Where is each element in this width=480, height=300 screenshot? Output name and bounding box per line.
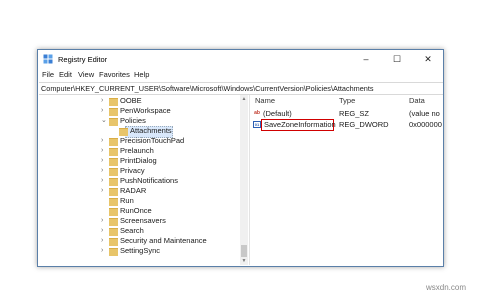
folder-icon [109,208,118,216]
tree-item-label: Policies [120,116,146,125]
value-row[interactable]: 01 SaveZoneInformation REG_DWORD 0x00000… [251,119,442,131]
dword-value-icon: 01 [253,121,261,128]
tree-item-label: Privacy [120,166,145,175]
menu-bar: File Edit View Favorites Help [38,69,443,82]
value-name: SaveZoneInformation [264,120,336,129]
watermark: wsxdn.com [426,283,467,292]
folder-icon [109,138,118,146]
maximize-button[interactable]: ☐ [382,50,412,69]
folder-icon [109,98,118,106]
chevron-right-icon[interactable]: › [101,176,103,186]
menu-file[interactable]: File [42,70,54,79]
column-header-data[interactable]: Data [409,95,425,106]
tree-item[interactable]: › Prelaunch [39,146,249,156]
folder-icon [109,248,118,256]
chevron-right-icon[interactable]: › [101,136,103,146]
value-name: (Default) [263,109,292,118]
folder-icon [109,188,118,196]
scroll-up-icon[interactable]: ▲ [240,95,248,103]
tree-item[interactable]: ⌄ Policies [39,116,249,126]
folder-icon [109,158,118,166]
close-button[interactable]: ✕ [413,50,443,69]
chevron-right-icon[interactable]: › [101,106,103,116]
string-value-icon: ab [254,110,260,116]
folder-icon [109,108,118,116]
tree-item[interactable]: › Security and Maintenance [39,236,249,246]
folder-icon [109,118,118,126]
tree-item-label: RADAR [120,186,147,195]
tree-item[interactable]: › PrecisionTouchPad [39,136,249,146]
tree-item-label: RunOnce [120,206,152,215]
tree-item[interactable]: › Screensavers [39,216,249,226]
tree-item[interactable]: › RADAR [39,186,249,196]
menu-favorites[interactable]: Favorites [99,70,130,79]
chevron-right-icon[interactable]: › [101,166,103,176]
value-row[interactable]: ab (Default) REG_SZ (value no [251,108,442,119]
chevron-down-icon[interactable]: ⌄ [101,116,107,126]
menu-help[interactable]: Help [134,70,149,79]
tree-item-label: Search [120,226,144,235]
value-type: REG_DWORD [339,120,389,129]
tree-item-label: Screensavers [120,216,166,225]
folder-icon [109,148,118,156]
tree-item-label: Attachments [130,126,172,135]
folder-icon [109,238,118,246]
tree-item-label: Prelaunch [120,146,154,155]
tree-item-label: SettingSync [120,246,161,255]
tree-item[interactable]: › PenWorkspace [39,106,249,116]
column-header-type[interactable]: Type [339,95,355,106]
tree-item[interactable]: › PushNotifications [39,176,249,186]
folder-icon [109,198,118,206]
chevron-right-icon[interactable]: › [101,226,103,236]
scroll-thumb[interactable] [241,245,247,257]
column-header-name[interactable]: Name [255,95,275,106]
tree-item[interactable]: Run [39,196,249,206]
chevron-right-icon[interactable]: › [101,236,103,246]
tree-item-label: Security and Maintenance [120,236,207,245]
chevron-right-icon[interactable]: › [101,216,103,226]
tree-scrollbar[interactable]: ▲ ▼ [240,95,248,265]
menu-edit[interactable]: Edit [59,70,72,79]
value-data: (value no [409,109,440,118]
tree-item-label: PrecisionTouchPad [120,136,185,145]
tree-item[interactable]: › Search [39,226,249,236]
tree-item[interactable]: RunOnce [39,206,249,216]
folder-icon [109,228,118,236]
chevron-right-icon[interactable]: › [101,146,103,156]
tree-item-selected[interactable]: Attachments [39,126,249,138]
tree-item-label: PenWorkspace [120,106,171,115]
folder-icon [109,218,118,226]
minimize-button[interactable]: – [351,50,381,69]
folder-icon [109,168,118,176]
chevron-right-icon[interactable]: › [101,96,103,106]
address-bar[interactable]: Computer\HKEY_CURRENT_USER\Software\Micr… [39,82,443,95]
tree-item-label: OOBE [120,96,142,105]
tree-item-label: PushNotifications [120,176,178,185]
chevron-right-icon[interactable]: › [101,186,103,196]
window-title: Registry Editor [58,55,108,64]
title-bar: Registry Editor – ☐ ✕ [38,50,443,69]
tree-item[interactable]: › SettingSync [39,246,249,256]
menu-view[interactable]: View [78,70,94,79]
chevron-right-icon[interactable]: › [101,156,103,166]
scroll-down-icon[interactable]: ▼ [240,257,248,265]
registry-editor-window: Registry Editor – ☐ ✕ File Edit View Fav… [37,49,444,267]
pane-splitter[interactable] [249,95,250,265]
value-type: REG_SZ [339,109,370,118]
tree-item[interactable]: › Privacy [39,166,249,176]
registry-key-tree: › OOBE › PenWorkspace ⌄ Policies Attachm… [39,95,249,265]
tree-item-label: Run [120,196,134,205]
chevron-right-icon[interactable]: › [101,246,103,256]
folder-icon [109,178,118,186]
tree-item[interactable]: › OOBE [39,96,249,106]
tree-item-label: PrintDialog [120,156,157,165]
value-data: 0x000000 [409,120,442,129]
values-list: Name Type Data ab (Default) REG_SZ (valu… [251,95,442,265]
folder-icon [119,128,128,136]
tree-item[interactable]: › PrintDialog [39,156,249,166]
registry-editor-icon [43,54,53,64]
